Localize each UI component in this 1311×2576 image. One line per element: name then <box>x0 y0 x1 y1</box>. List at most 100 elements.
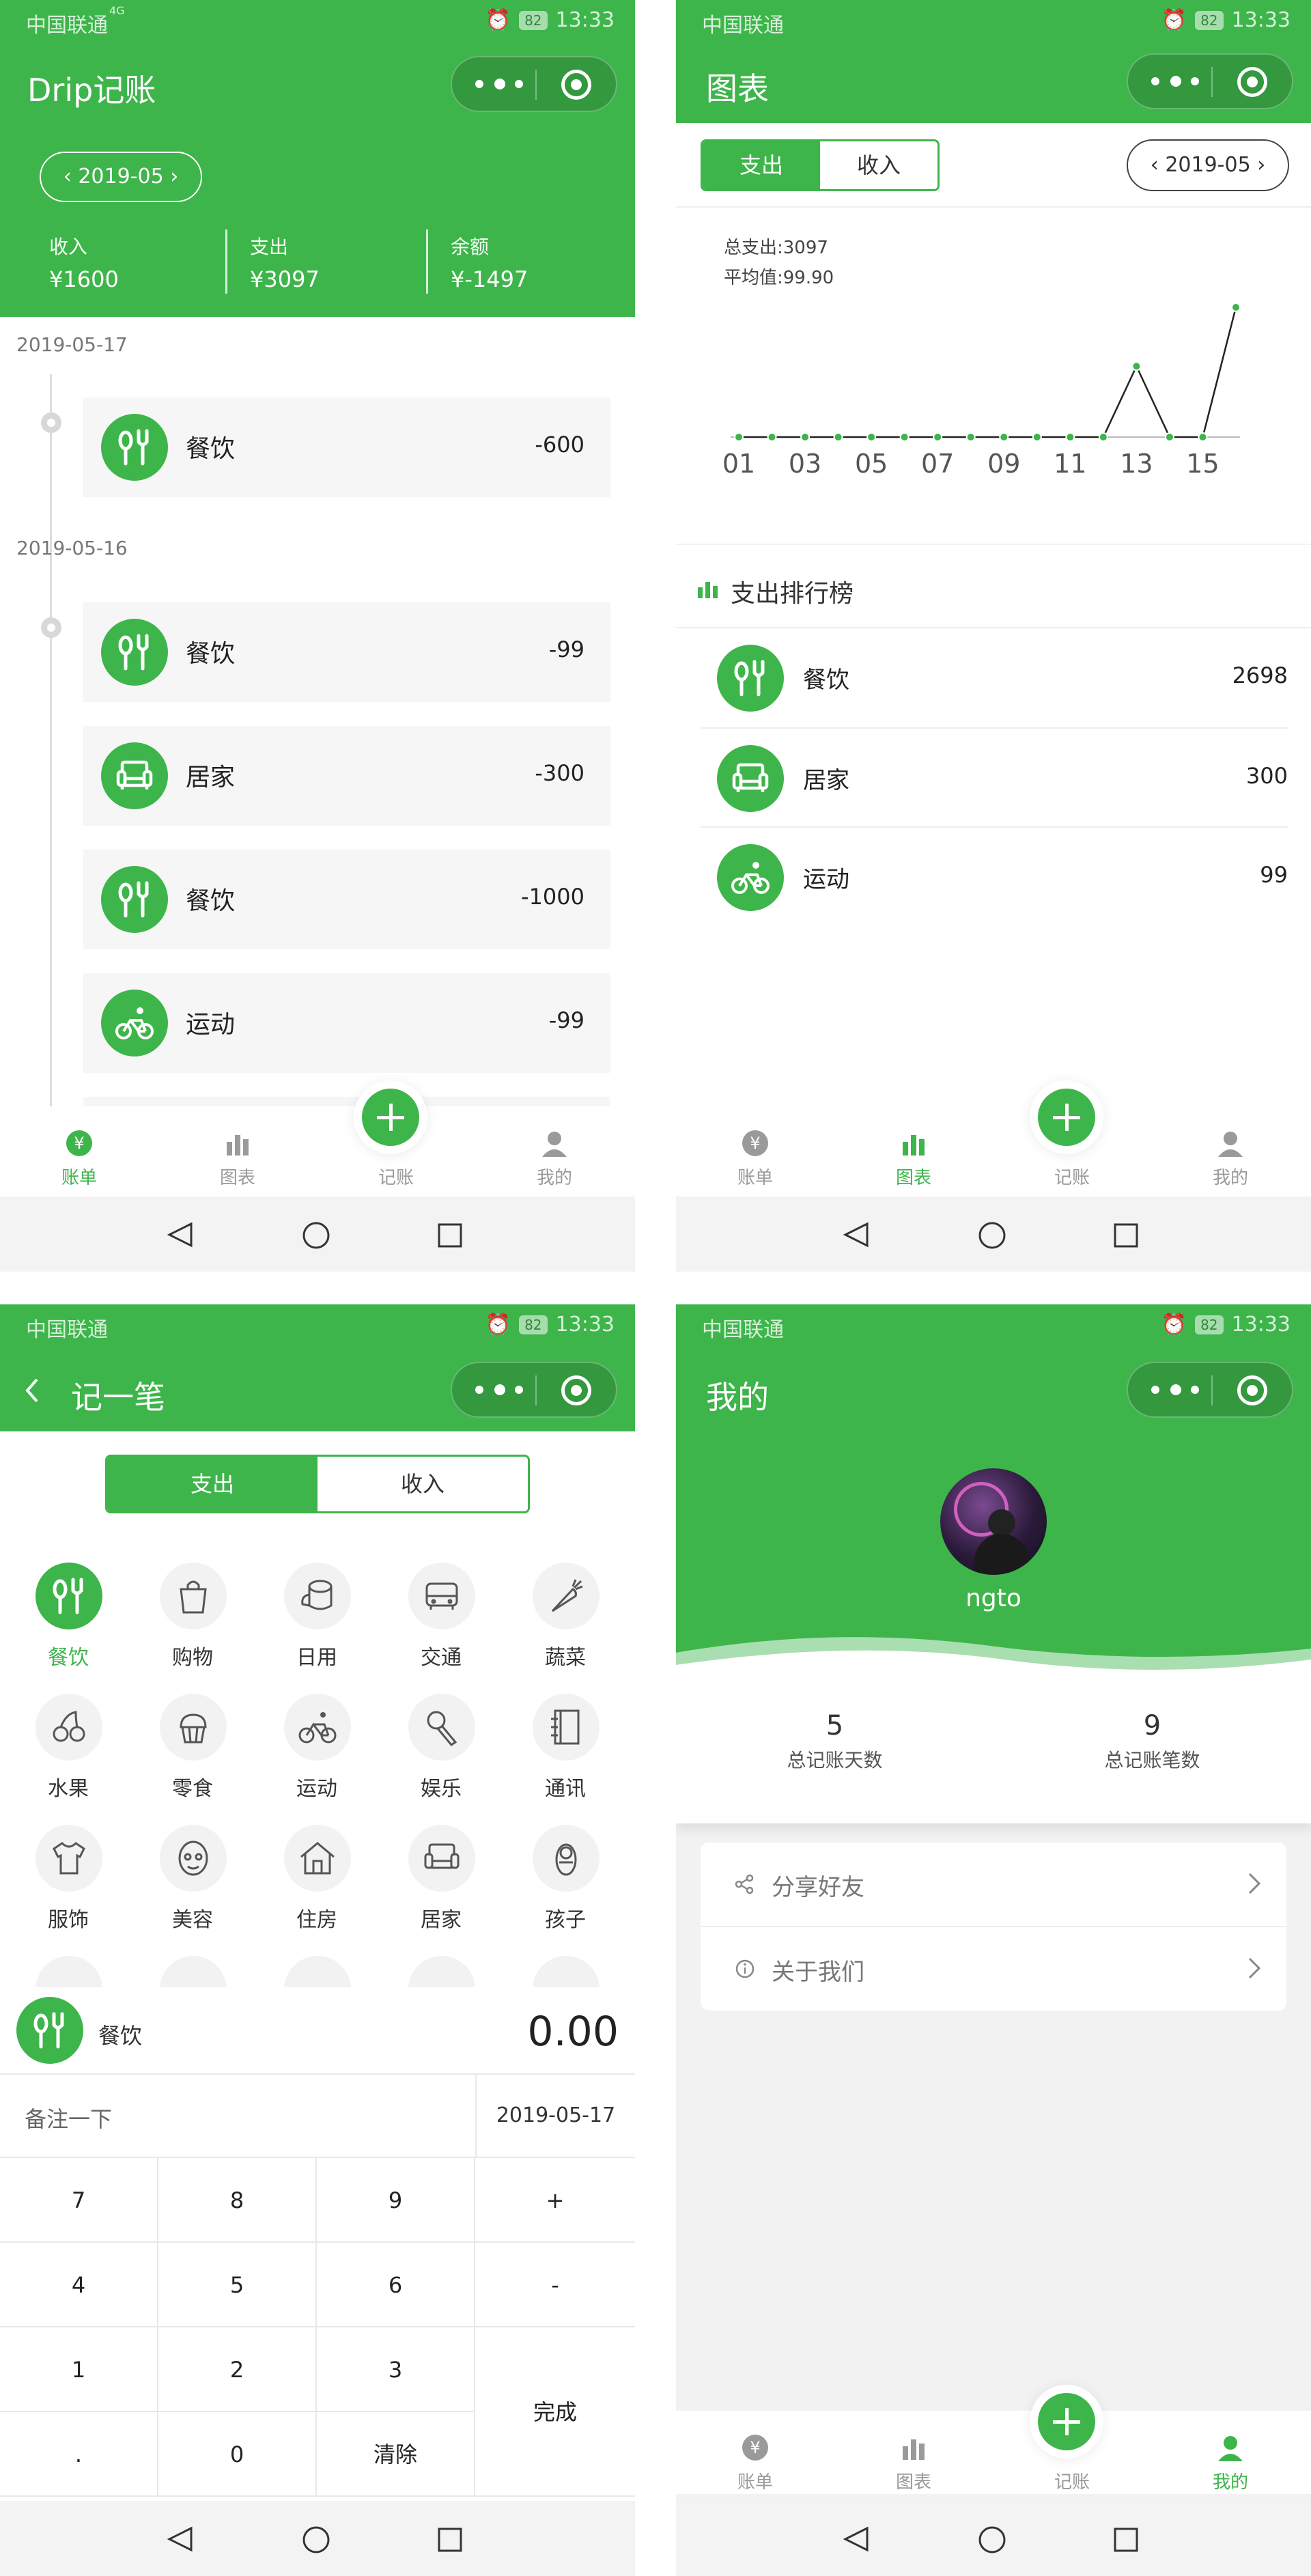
back-arrow-icon[interactable] <box>23 1377 40 1404</box>
avatar[interactable] <box>940 1468 1047 1575</box>
record-item[interactable]: 餐饮 -1000 <box>83 850 610 949</box>
key-plus[interactable]: + <box>475 2158 635 2243</box>
category-icon-partial[interactable] <box>160 1956 227 1987</box>
category-item[interactable]: 交通 <box>380 1563 503 1692</box>
ranking-row[interactable]: 居家 300 <box>701 727 1288 828</box>
tab-bill[interactable]: ¥ 账单 <box>676 1106 834 1190</box>
note-input[interactable]: 备注一下 <box>25 2102 112 2133</box>
segment-expense[interactable]: 支出 <box>107 1457 318 1511</box>
back-triangle-icon[interactable] <box>167 2525 194 2553</box>
key-0[interactable]: 0 <box>158 2412 317 2497</box>
add-record-button[interactable] <box>362 1089 419 1146</box>
menu-share[interactable]: 分享好友 <box>701 1843 1286 1924</box>
chevron-left-icon[interactable]: ‹ <box>1151 153 1159 177</box>
mini-program-capsule[interactable] <box>1127 1362 1293 1418</box>
ranking-row[interactable]: 餐饮 2698 <box>701 628 1288 727</box>
mini-program-capsule[interactable] <box>451 1362 617 1418</box>
key-8[interactable]: 8 <box>158 2158 317 2243</box>
category-icon-partial[interactable] <box>284 1956 351 1987</box>
chevron-left-icon[interactable]: ‹ <box>64 165 72 188</box>
category-icon-partial[interactable] <box>408 1956 475 1987</box>
type-segment[interactable]: 支出 收入 <box>701 139 940 191</box>
key-9[interactable]: 9 <box>317 2158 475 2243</box>
key-7[interactable]: 7 <box>0 2158 158 2243</box>
add-record-button[interactable] <box>1038 2393 1095 2450</box>
category-item[interactable]: 运动 <box>255 1694 378 1823</box>
data-point[interactable] <box>1032 432 1042 442</box>
category-item[interactable]: 服饰 <box>7 1825 130 1955</box>
back-triangle-icon[interactable] <box>167 1221 194 1248</box>
back-triangle-icon[interactable] <box>843 1221 870 1248</box>
more-icon[interactable] <box>1151 74 1199 90</box>
recent-square-icon[interactable] <box>1113 1222 1139 1248</box>
tab-mine[interactable]: 我的 <box>1151 2411 1310 2494</box>
record-item[interactable]: 餐饮 -99 <box>83 602 610 702</box>
category-item[interactable]: 零食 <box>131 1694 254 1823</box>
ranking-row[interactable]: 运动 99 <box>701 826 1288 927</box>
category-item[interactable]: 餐饮 <box>7 1563 130 1692</box>
home-circle-icon[interactable] <box>978 2525 1006 2554</box>
recent-square-icon[interactable] <box>437 1222 463 1248</box>
category-icon-partial[interactable] <box>533 1956 600 1987</box>
record-item[interactable]: 运动 -99 <box>83 973 610 1073</box>
tab-chart[interactable]: 图表 <box>834 1106 993 1190</box>
segment-expense[interactable]: 支出 <box>703 141 820 189</box>
category-item[interactable]: 娱乐 <box>380 1694 503 1823</box>
tab-mine[interactable]: 我的 <box>475 1106 634 1190</box>
segment-income[interactable]: 收入 <box>820 141 938 189</box>
category-item[interactable]: 美容 <box>131 1825 254 1955</box>
clear-button[interactable]: 清除 <box>317 2412 475 2497</box>
category-item[interactable]: 通讯 <box>504 1694 627 1823</box>
date-picker[interactable]: 2019-05-17 <box>477 2075 635 2157</box>
data-point[interactable] <box>1065 432 1075 442</box>
tab-bill[interactable]: ¥ 账单 <box>676 2411 834 2494</box>
home-circle-icon[interactable] <box>302 2525 330 2554</box>
chevron-right-icon[interactable]: › <box>1257 153 1265 177</box>
segment-income[interactable]: 收入 <box>318 1457 528 1511</box>
close-target-icon[interactable] <box>561 1375 591 1405</box>
data-point[interactable] <box>866 432 877 442</box>
mini-program-capsule[interactable] <box>451 56 617 112</box>
data-point[interactable] <box>734 432 744 442</box>
recent-square-icon[interactable] <box>437 2527 463 2553</box>
tab-bill[interactable]: ¥ 账单 <box>0 1106 158 1190</box>
home-circle-icon[interactable] <box>302 1221 330 1250</box>
category-item[interactable]: 住房 <box>255 1825 378 1955</box>
data-point[interactable] <box>833 432 843 442</box>
data-point[interactable] <box>933 432 943 442</box>
close-target-icon[interactable] <box>1237 1375 1267 1405</box>
data-point[interactable] <box>1164 432 1174 442</box>
chevron-right-icon[interactable]: › <box>170 165 178 188</box>
category-item[interactable]: 孩子 <box>504 1825 627 1955</box>
category-item[interactable]: 日用 <box>255 1563 378 1692</box>
category-item[interactable]: 蔬菜 <box>504 1563 627 1692</box>
data-point[interactable] <box>1098 432 1108 442</box>
data-point[interactable] <box>1198 432 1208 442</box>
category-item[interactable]: 居家 <box>380 1825 503 1955</box>
add-record-button[interactable] <box>1038 1089 1095 1146</box>
more-icon[interactable] <box>1151 1382 1199 1399</box>
data-point[interactable] <box>999 432 1009 442</box>
data-point[interactable] <box>899 432 910 442</box>
key-1[interactable]: 1 <box>0 2327 158 2412</box>
done-button[interactable]: 完成 <box>475 2327 635 2497</box>
tab-chart[interactable]: 图表 <box>834 2411 993 2494</box>
key-4[interactable]: 4 <box>0 2243 158 2327</box>
data-point[interactable] <box>1231 303 1241 312</box>
category-item[interactable]: 购物 <box>131 1563 254 1692</box>
home-circle-icon[interactable] <box>978 1221 1006 1250</box>
key-minus[interactable]: - <box>475 2243 635 2327</box>
key-3[interactable]: 3 <box>317 2327 475 2412</box>
key-dot[interactable]: . <box>0 2412 158 2497</box>
key-5[interactable]: 5 <box>158 2243 317 2327</box>
close-target-icon[interactable] <box>1237 67 1267 97</box>
data-point[interactable] <box>965 432 976 442</box>
key-6[interactable]: 6 <box>317 2243 475 2327</box>
data-point[interactable] <box>1131 361 1142 372</box>
record-item[interactable]: 餐饮 -600 <box>83 397 610 497</box>
category-item[interactable]: 水果 <box>7 1694 130 1823</box>
menu-about[interactable]: 关于我们 <box>701 1927 1286 2009</box>
tab-chart[interactable]: 图表 <box>158 1106 317 1190</box>
mini-program-capsule[interactable] <box>1127 53 1293 109</box>
data-point[interactable] <box>800 432 810 442</box>
